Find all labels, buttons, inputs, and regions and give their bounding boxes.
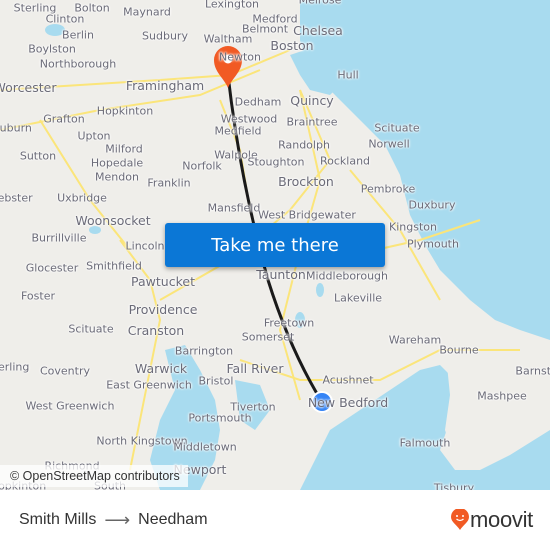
place-label: Providence <box>128 301 198 317</box>
moovit-logo[interactable]: moovit <box>451 507 533 532</box>
take-me-there-button[interactable]: Take me there <box>165 223 385 267</box>
place-label: Clinton <box>45 12 85 26</box>
place-label: Foster <box>21 289 55 303</box>
place-label: Lexington <box>204 0 260 11</box>
place-label: Tisbury <box>433 481 475 491</box>
place-label: Northborough <box>39 57 117 71</box>
place-label: Lincoln <box>125 239 165 253</box>
place-label: Berlin <box>62 28 94 42</box>
place-label: Mendon <box>95 170 139 184</box>
destination-label: Needham <box>138 511 208 528</box>
place-label: Kingston <box>389 220 437 234</box>
arrow-right-icon: ⟶ <box>104 509 131 530</box>
place-label: Webster <box>0 191 33 205</box>
place-label: Braintree <box>286 115 338 129</box>
place-label: East Greenwich <box>106 378 192 392</box>
place-label: Uxbridge <box>57 191 107 205</box>
place-label: Bourne <box>439 343 479 357</box>
map-attribution[interactable]: © OpenStreetMap contributors <box>0 465 188 487</box>
place-label: Somerset <box>241 330 295 344</box>
place-label: Westwood <box>220 112 278 126</box>
place-label: Grafton <box>43 112 85 126</box>
place-label: Burrillville <box>31 231 87 245</box>
place-label: Smithfield <box>86 259 142 273</box>
place-label: Hopedale <box>90 156 144 170</box>
place-label: Mansfield <box>207 201 261 215</box>
place-label: Norwell <box>368 137 410 151</box>
place-label: Waltham <box>203 32 253 46</box>
place-label: Freetown <box>263 316 315 330</box>
lake <box>316 283 324 297</box>
place-label: Wareham <box>388 333 442 347</box>
place-label: Norfolk <box>182 159 222 173</box>
ocean <box>300 0 550 340</box>
place-label: Middletown <box>173 440 237 454</box>
place-label: Sutton <box>19 149 57 163</box>
place-label: Scituate <box>374 121 420 135</box>
place-label: Woonsocket <box>75 212 151 228</box>
place-label: Hopkinton <box>96 104 154 118</box>
place-label: Middleborough <box>306 269 388 283</box>
place-label: Upton <box>77 129 111 143</box>
place-label: Falmouth <box>399 436 451 450</box>
place-label: Milford <box>105 142 143 156</box>
place-label: Framingham <box>125 77 205 93</box>
route-summary: Smith Mills ⟶ Needham <box>19 490 208 550</box>
place-label: Taunton <box>256 266 306 282</box>
place-label: Melrose <box>298 0 342 7</box>
place-label: Fall River <box>226 360 284 376</box>
place-label: Duxbury <box>408 198 456 212</box>
place-label: Medfield <box>214 124 262 138</box>
place-label: Worcester <box>0 79 57 95</box>
place-label: Brockton <box>278 173 334 189</box>
place-label: Acushnet <box>322 373 374 387</box>
footer: Smith Mills ⟶ Needham moovit <box>0 490 550 550</box>
place-label: Rockland <box>319 154 371 168</box>
moovit-wordmark: moovit <box>470 507 533 532</box>
place-label: Plymouth <box>407 237 459 251</box>
place-label: Coventry <box>39 364 91 378</box>
place-label: West Bridgewater <box>258 208 356 222</box>
place-label: Portsmouth <box>188 411 252 425</box>
place-label: Maynard <box>123 5 171 19</box>
place-label: Barnstable <box>515 364 550 378</box>
place-label: Cranston <box>127 322 185 338</box>
place-label: Pawtucket <box>131 273 195 289</box>
place-label: Quincy <box>290 92 334 108</box>
place-label: Dedham <box>234 95 282 109</box>
place-label: Lakeville <box>333 291 383 305</box>
place-label: Glocester <box>25 261 79 275</box>
place-label: West Greenwich <box>25 399 115 413</box>
place-label: Auburn <box>0 121 32 135</box>
place-label: Sterling <box>0 360 30 374</box>
place-label: Randolph <box>278 138 330 152</box>
moovit-pin-icon <box>451 509 469 530</box>
place-label: Hull <box>337 68 359 82</box>
origin-label: Smith Mills <box>19 511 97 528</box>
place-label: Warwick <box>134 360 188 376</box>
place-label: Barrington <box>174 344 234 358</box>
place-label: Pembroke <box>360 182 416 196</box>
place-label: Scituate <box>68 322 114 336</box>
place-label: Franklin <box>147 176 191 190</box>
place-label: Newton <box>218 50 262 64</box>
place-label: Chelsea <box>293 22 343 38</box>
place-label: Mashpee <box>477 389 527 403</box>
place-label: Stoughton <box>247 155 305 169</box>
place-label: New Bedford <box>307 394 389 410</box>
place-label: Boylston <box>28 42 76 56</box>
place-label: Bristol <box>198 374 234 388</box>
place-label: Boston <box>270 37 314 53</box>
place-label: Sudbury <box>142 29 188 43</box>
